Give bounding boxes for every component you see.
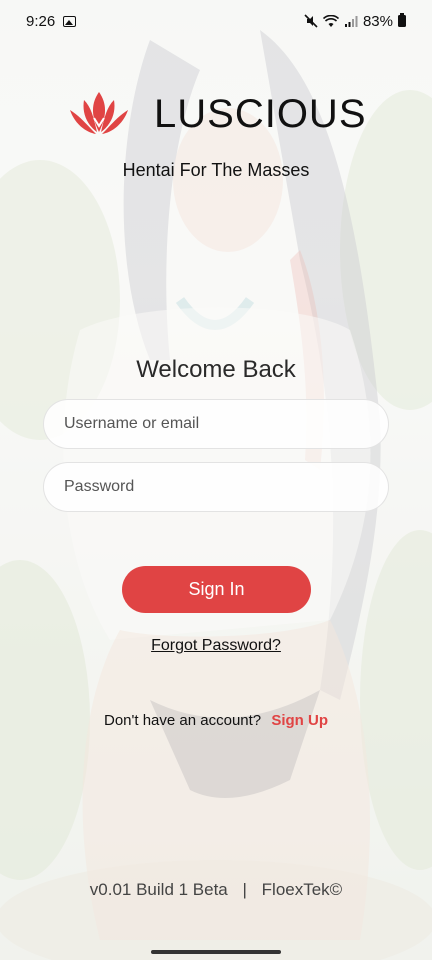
forgot-password-link[interactable]: Forgot Password? [0,637,432,655]
welcome-heading: Welcome Back [136,356,296,383]
status-left: 9:26 [26,12,77,30]
tagline: Hentai For The Masses [122,160,310,180]
status-right: 83% [304,13,406,30]
status-bar: 9:26 83% [0,0,432,42]
password-input[interactable] [43,462,389,512]
battery-percent: 83% [362,12,393,30]
username-input[interactable] [43,399,389,449]
signup-row: Don't have an account? Sign Up [0,712,432,729]
gallery-icon [63,15,77,27]
brand-name: LUSCIOUS [154,91,367,136]
battery-icon [398,13,406,27]
sign-up-link[interactable]: Sign Up [271,712,328,729]
company-text: FloexTek© [261,880,343,899]
mute-icon [304,14,318,28]
brand: LUSCIOUS [66,88,367,140]
home-indicator[interactable] [151,950,281,954]
wifi-icon [322,14,339,27]
version-text: v0.01 Build 1 Beta [89,880,228,899]
footer: v0.01 Build 1 Beta | FloexTek© [0,880,432,900]
login-content: LUSCIOUS Hentai For The Masses Welcome B… [0,0,432,960]
lotus-logo-icon [70,92,128,134]
sign-in-button[interactable]: Sign In [122,566,311,613]
footer-separator: | [242,880,247,899]
no-account-text: Don't have an account? [104,712,262,729]
signal-icon [344,15,358,27]
status-time: 9:26 [26,12,56,30]
login-screen: 9:26 83% LUSCIOUS Hentai For The Masses … [0,0,432,960]
